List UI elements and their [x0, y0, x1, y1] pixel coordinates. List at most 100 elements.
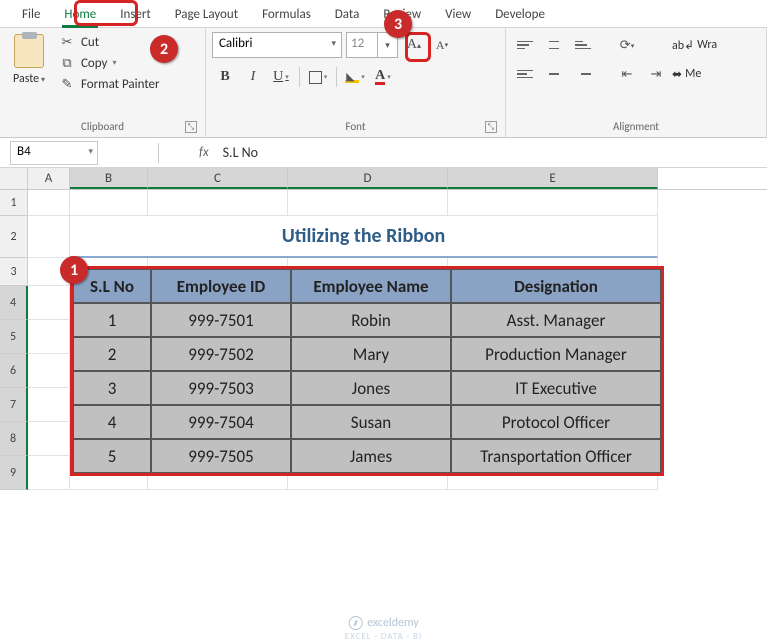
row-header[interactable]: 1: [0, 190, 28, 216]
watermark-icon: [348, 616, 362, 630]
data-table-selection[interactable]: S.L No Employee ID Employee Name Designa…: [70, 266, 664, 476]
clipboard-launcher[interactable]: ⤡: [185, 121, 197, 133]
paste-icon: [14, 34, 44, 68]
copy-icon: ⧉: [58, 55, 76, 71]
align-top-button[interactable]: [512, 32, 538, 58]
row-header[interactable]: 3: [0, 258, 28, 286]
table-cell[interactable]: 999-7502: [151, 337, 291, 371]
table-cell[interactable]: 999-7504: [151, 405, 291, 439]
align-right-button[interactable]: [570, 61, 596, 87]
watermark-sub: EXCEL · DATA · BI: [345, 631, 422, 642]
table-cell[interactable]: 999-7505: [151, 439, 291, 473]
col-header-A[interactable]: A: [28, 168, 70, 189]
group-alignment: ⟳▾ ab↲Wra ⇤ ⇥ ⬌Me Alignment: [506, 28, 767, 137]
header-employee-id[interactable]: Employee ID: [151, 269, 291, 303]
wrap-text-button[interactable]: ab↲Wra: [672, 32, 710, 58]
cut-label: Cut: [81, 35, 99, 50]
table-cell[interactable]: 999-7503: [151, 371, 291, 405]
font-name-combo[interactable]: Calibri: [212, 32, 342, 58]
row-header[interactable]: 6: [0, 354, 28, 388]
callout-3: 3: [384, 10, 412, 38]
ribbon-body: Paste ✂ Cut ⧉ Copy ▾ ✎ Format Painter C: [0, 28, 767, 138]
row-header[interactable]: 9: [0, 456, 28, 490]
table-cell[interactable]: Protocol Officer: [451, 405, 661, 439]
table-cell[interactable]: Asst. Manager: [451, 303, 661, 337]
formula-bar: B4▾ fx S.L No: [0, 138, 767, 168]
formula-input[interactable]: S.L No: [209, 144, 767, 161]
table-cell[interactable]: Susan: [291, 405, 451, 439]
group-font: Calibri 12 ▾ A▴ A▾ B I U▾ ▾ ▾ A▾ Font: [206, 28, 506, 137]
callout-2: 2: [150, 35, 178, 63]
align-middle-button[interactable]: [541, 32, 567, 58]
table-cell[interactable]: Jones: [291, 371, 451, 405]
align-center-button[interactable]: [541, 61, 567, 87]
font-launcher[interactable]: ⤡: [485, 121, 497, 133]
align-bottom-button[interactable]: [570, 32, 596, 58]
table-cell[interactable]: Robin: [291, 303, 451, 337]
tab-home[interactable]: Home: [52, 2, 108, 27]
font-color-button[interactable]: A▾: [370, 64, 396, 90]
underline-button[interactable]: U▾: [268, 64, 294, 90]
format-painter-label: Format Painter: [81, 77, 160, 92]
table-cell[interactable]: Mary: [291, 337, 451, 371]
table-cell[interactable]: IT Executive: [451, 371, 661, 405]
decrease-indent-button[interactable]: ⇤: [614, 61, 640, 87]
font-size-combo[interactable]: 12: [346, 32, 378, 58]
tab-insert[interactable]: Insert: [108, 2, 163, 27]
select-all-corner[interactable]: [0, 168, 28, 189]
decrease-font-icon[interactable]: A▾: [430, 33, 454, 57]
col-header-B[interactable]: B: [70, 168, 148, 189]
col-header-C[interactable]: C: [148, 168, 288, 189]
paste-button[interactable]: Paste: [6, 32, 52, 86]
row-header[interactable]: 4: [0, 286, 28, 320]
clipboard-group-label: Clipboard ⤡: [6, 118, 199, 137]
merge-icon: ⬌: [672, 67, 682, 82]
table-cell[interactable]: James: [291, 439, 451, 473]
name-box[interactable]: B4▾: [10, 141, 98, 165]
wrap-icon: ab↲: [672, 38, 694, 53]
tab-developer[interactable]: Develope: [483, 2, 557, 27]
increase-font-icon[interactable]: A▴: [402, 33, 426, 57]
table-cell[interactable]: 5: [73, 439, 151, 473]
row-header[interactable]: 8: [0, 422, 28, 456]
sheet-title[interactable]: Utilizing the Ribbon: [70, 216, 658, 258]
table-cell[interactable]: Production Manager: [451, 337, 661, 371]
merge-center-button[interactable]: ⬌Me: [672, 61, 710, 87]
fx-icon[interactable]: fx: [199, 145, 209, 160]
col-header-D[interactable]: D: [288, 168, 448, 189]
tab-page-layout[interactable]: Page Layout: [163, 2, 250, 27]
italic-button[interactable]: I: [240, 64, 266, 90]
orientation-button[interactable]: ⟳▾: [614, 32, 640, 58]
increase-indent-button[interactable]: ⇥: [643, 61, 669, 87]
tab-data[interactable]: Data: [323, 2, 372, 27]
cut-button[interactable]: ✂ Cut: [58, 34, 160, 50]
table-cell[interactable]: 3: [73, 371, 151, 405]
column-headers: A B C D E: [0, 168, 767, 190]
tab-view[interactable]: View: [433, 2, 483, 27]
header-employee-name[interactable]: Employee Name: [291, 269, 451, 303]
alignment-group-label: Alignment: [512, 118, 760, 137]
callout-1: 1: [60, 256, 88, 284]
borders-button[interactable]: ▾: [305, 64, 331, 90]
bold-button[interactable]: B: [212, 64, 238, 90]
col-header-E[interactable]: E: [448, 168, 658, 189]
copy-button[interactable]: ⧉ Copy ▾: [58, 55, 160, 71]
align-left-button[interactable]: [512, 61, 538, 87]
row-header[interactable]: 7: [0, 388, 28, 422]
tab-formulas[interactable]: Formulas: [250, 2, 323, 27]
format-painter-button[interactable]: ✎ Format Painter: [58, 76, 160, 92]
fill-color-button[interactable]: ▾: [342, 64, 368, 90]
font-group-label: Font ⤡: [212, 118, 499, 137]
watermark: exceldemy: [348, 616, 419, 630]
header-designation[interactable]: Designation: [451, 269, 661, 303]
table-cell[interactable]: 999-7501: [151, 303, 291, 337]
table-cell[interactable]: 2: [73, 337, 151, 371]
row-header[interactable]: 2: [0, 216, 28, 258]
row-header[interactable]: 5: [0, 320, 28, 354]
tab-file[interactable]: File: [10, 2, 52, 27]
table-cell[interactable]: 4: [73, 405, 151, 439]
table-cell[interactable]: 1: [73, 303, 151, 337]
table-cell[interactable]: Transportation Officer: [451, 439, 661, 473]
copy-label: Copy: [81, 56, 107, 71]
paste-label: Paste: [13, 72, 45, 86]
